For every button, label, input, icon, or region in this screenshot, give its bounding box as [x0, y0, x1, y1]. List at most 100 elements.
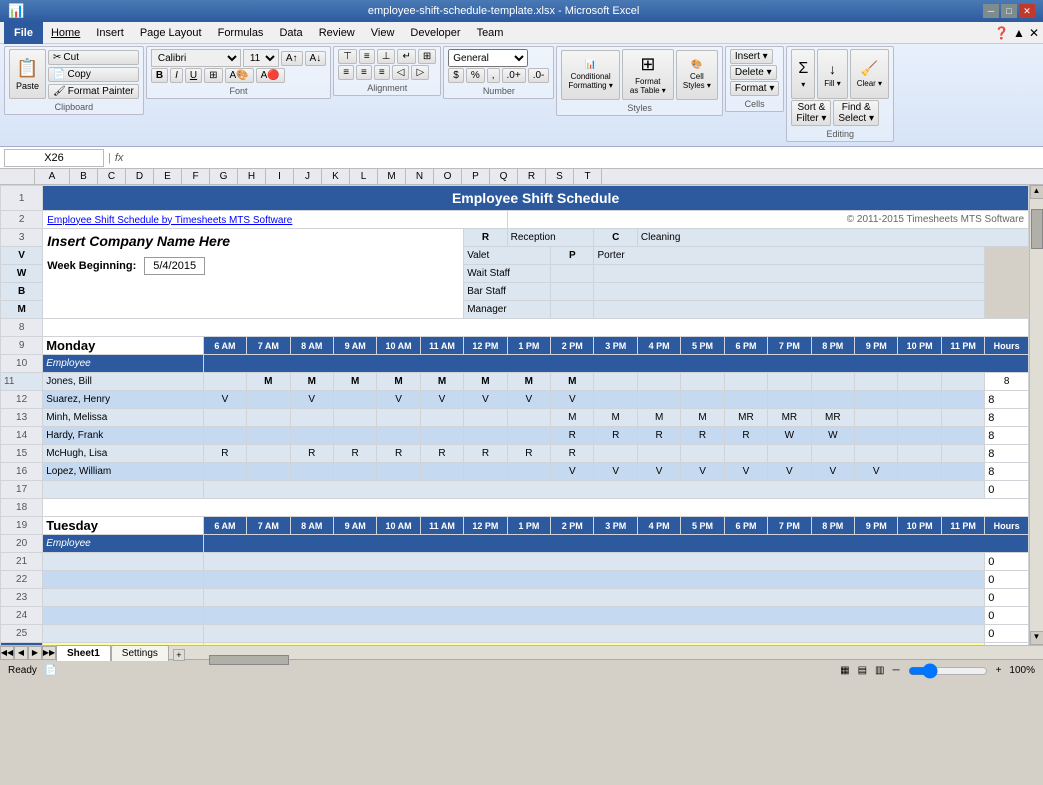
jones-9am[interactable]: M — [333, 373, 376, 391]
hardy-9pm[interactable] — [855, 427, 898, 445]
link-cell[interactable]: Employee Shift Schedule by Timesheets MT… — [43, 211, 507, 229]
col-header-I[interactable]: I — [266, 169, 294, 184]
col-header-L[interactable]: L — [350, 169, 378, 184]
jones-9pm[interactable] — [855, 373, 898, 391]
decimal-increase-button[interactable]: .0+ — [502, 68, 526, 83]
jones-6pm[interactable] — [724, 373, 767, 391]
suarez-10am[interactable]: V — [377, 391, 420, 409]
zoom-decrease-icon[interactable]: ─ — [892, 665, 899, 676]
insert-sheet-button[interactable]: + — [173, 649, 185, 661]
row-11[interactable]: 11 Jones, Bill M M M M M M M M — [1, 373, 1029, 391]
clear-button[interactable]: 🧹 Clear ▾ — [850, 49, 889, 99]
lopez-3pm[interactable]: V — [594, 463, 637, 481]
zoom-increase-icon[interactable]: + — [996, 665, 1002, 676]
cut-button[interactable]: ✂ Cut — [48, 50, 139, 65]
suarez-4pm[interactable] — [637, 391, 680, 409]
page-layout-menu[interactable]: Page Layout — [132, 22, 210, 44]
col-header-G[interactable]: G — [210, 169, 238, 184]
format-cell-button[interactable]: Format ▾ — [730, 81, 779, 96]
mchugh-12pm[interactable]: R — [464, 445, 507, 463]
suarez-2pm[interactable]: V — [551, 391, 594, 409]
minh-9pm[interactable] — [855, 409, 898, 427]
jones-5pm[interactable] — [681, 373, 724, 391]
row-15[interactable]: 15 McHugh, Lisa R R R R R R R R — [1, 445, 1029, 463]
hardy-6am[interactable] — [203, 427, 246, 445]
mchugh-3pm[interactable] — [594, 445, 637, 463]
cell-styles-button[interactable]: 🎨 CellStyles ▾ — [676, 50, 718, 100]
jones-11am[interactable]: M — [420, 373, 463, 391]
emp-lopez[interactable]: Lopez, William — [43, 463, 203, 481]
hardy-8pm[interactable]: W — [811, 427, 854, 445]
hardy-1pm[interactable] — [507, 427, 550, 445]
paste-button[interactable]: 📋 Paste — [9, 49, 46, 99]
suarez-8am[interactable]: V — [290, 391, 333, 409]
hardy-7am[interactable] — [247, 427, 290, 445]
sheet-tab-settings[interactable]: Settings — [111, 645, 169, 661]
lopez-9am[interactable] — [333, 463, 376, 481]
mchugh-6am[interactable]: R — [203, 445, 246, 463]
insert-menu[interactable]: Insert — [88, 22, 132, 44]
lopez-9pm[interactable]: V — [855, 463, 898, 481]
minh-3pm[interactable]: M — [594, 409, 637, 427]
minh-4pm[interactable]: M — [637, 409, 680, 427]
lopez-8pm[interactable]: V — [811, 463, 854, 481]
mchugh-1pm[interactable]: R — [507, 445, 550, 463]
hardy-12pm[interactable] — [464, 427, 507, 445]
suarez-5pm[interactable] — [681, 391, 724, 409]
col-header-T[interactable]: T — [574, 169, 602, 184]
hardy-7pm[interactable]: W — [768, 427, 811, 445]
hardy-2pm[interactable]: R — [551, 427, 594, 445]
align-center-button[interactable]: ≡ — [356, 65, 372, 80]
scroll-track[interactable] — [1030, 199, 1043, 631]
hardy-6pm[interactable]: R — [724, 427, 767, 445]
mchugh-10am[interactable]: R — [377, 445, 420, 463]
hardy-4pm[interactable]: R — [637, 427, 680, 445]
hardy-10am[interactable] — [377, 427, 420, 445]
lopez-7am[interactable] — [247, 463, 290, 481]
find-select-button[interactable]: Find &Select ▾ — [833, 100, 879, 126]
sum-button[interactable]: Σ ▾ — [791, 49, 815, 99]
minh-7am[interactable] — [247, 409, 290, 427]
row-16[interactable]: 16 Lopez, William V V V V V V V — [1, 463, 1029, 481]
lopez-6pm[interactable]: V — [724, 463, 767, 481]
font-size-select[interactable]: 11 — [243, 49, 279, 67]
jones-3pm[interactable] — [594, 373, 637, 391]
tue-21-shifts[interactable] — [203, 553, 985, 571]
minh-6am[interactable] — [203, 409, 246, 427]
home-menu[interactable]: Home — [43, 22, 88, 44]
title-cell[interactable]: Employee Shift Schedule — [43, 186, 1029, 211]
lopez-11pm[interactable] — [941, 463, 984, 481]
merge-button[interactable]: ⊞ — [418, 49, 436, 64]
team-menu[interactable]: Team — [469, 22, 512, 44]
col-header-E[interactable]: E — [154, 169, 182, 184]
vertical-scrollbar[interactable]: ▲ ▼ — [1029, 185, 1043, 645]
tue-22-shifts[interactable] — [203, 571, 985, 589]
align-right-button[interactable]: ≡ — [374, 65, 390, 80]
align-left-button[interactable]: ≡ — [338, 65, 354, 80]
tue-24-shifts[interactable] — [203, 607, 985, 625]
col-header-A[interactable]: A — [35, 169, 70, 184]
mchugh-10pm[interactable] — [898, 445, 941, 463]
suarez-11am[interactable]: V — [420, 391, 463, 409]
tab-next-button[interactable]: ▶ — [28, 646, 42, 660]
minh-8pm[interactable]: MR — [811, 409, 854, 427]
tab-last-button[interactable]: ▶▶ — [42, 646, 56, 660]
minh-11am[interactable] — [420, 409, 463, 427]
tue-emp-25[interactable] — [43, 625, 203, 643]
mchugh-11am[interactable]: R — [420, 445, 463, 463]
view-page-break-icon[interactable]: ▥ — [875, 665, 884, 676]
suarez-1pm[interactable]: V — [507, 391, 550, 409]
lopez-1pm[interactable] — [507, 463, 550, 481]
italic-button[interactable]: I — [170, 68, 183, 83]
lopez-11am[interactable] — [420, 463, 463, 481]
hardy-5pm[interactable]: R — [681, 427, 724, 445]
emp-hardy[interactable]: Hardy, Frank — [43, 427, 203, 445]
jones-8pm[interactable] — [811, 373, 854, 391]
view-normal-icon[interactable]: ▦ — [840, 665, 849, 676]
col-header-N[interactable]: N — [406, 169, 434, 184]
suarez-7am[interactable] — [247, 391, 290, 409]
hardy-11pm[interactable] — [941, 427, 984, 445]
formulas-menu[interactable]: Formulas — [210, 22, 272, 44]
mchugh-8am[interactable]: R — [290, 445, 333, 463]
indent-increase-button[interactable]: ▷ — [411, 65, 429, 80]
